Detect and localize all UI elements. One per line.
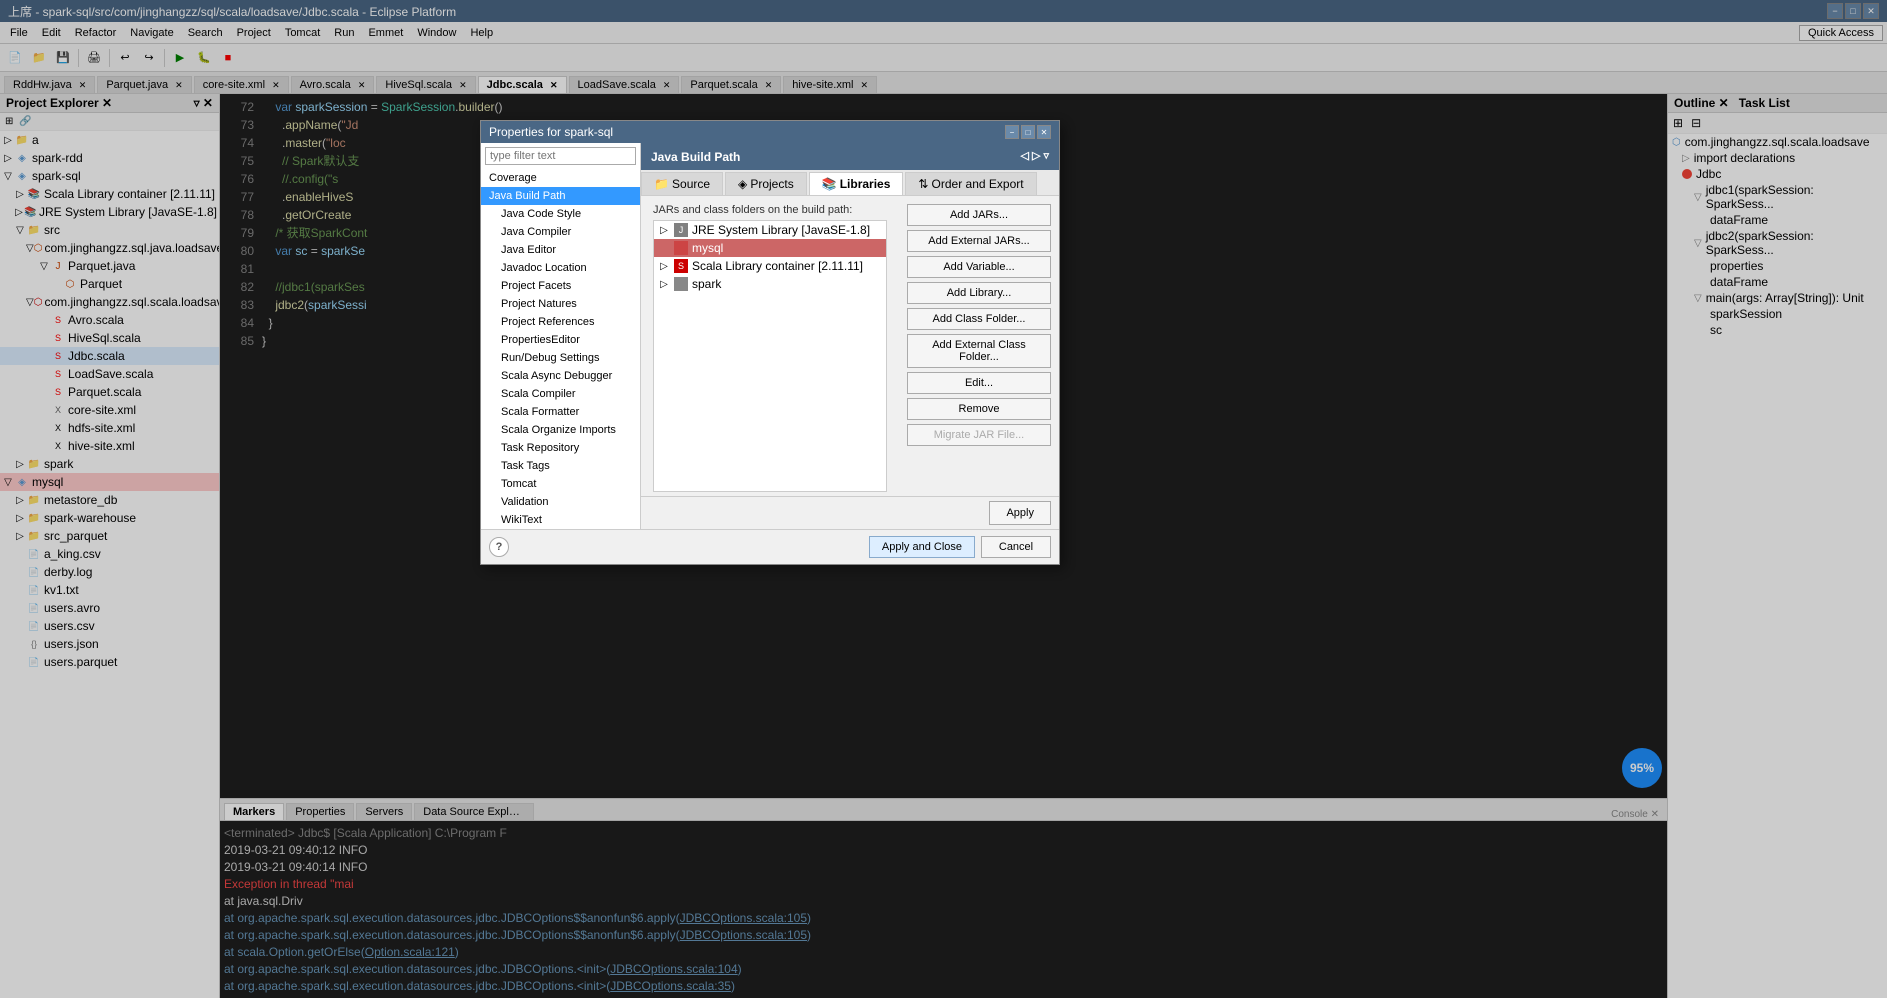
dialog-tab-order[interactable]: ⇅ Order and Export <box>905 172 1036 195</box>
dialog-footer: ? Apply and Close Cancel <box>481 529 1059 564</box>
build-path-tree: ▷ J JRE System Library [JavaSE-1.8] mysq… <box>653 220 887 492</box>
build-path-spark[interactable]: ▷ spark <box>654 275 886 293</box>
mysql-label: mysql <box>692 241 723 255</box>
dialog-nav-scala-compiler[interactable]: Scala Compiler <box>481 385 640 403</box>
jre-icon: J <box>674 223 688 237</box>
dialog-right-content: Java Build Path ◁ ▷ ▿ 📁 Source ◈ Project… <box>641 143 1059 529</box>
dialog-nav-java-editor[interactable]: Java Editor <box>481 241 640 259</box>
order-tab-label: Order and Export <box>932 177 1024 191</box>
dialog-nav-run-debug[interactable]: Run/Debug Settings <box>481 349 640 367</box>
dialog-body: Coverage Java Build Path Java Code Style… <box>481 143 1059 529</box>
dialog-nav-coverage[interactable]: Coverage <box>481 169 640 187</box>
dialog-nav-project-facets[interactable]: Project Facets <box>481 277 640 295</box>
build-path-description: JARs and class folders on the build path… <box>645 200 895 220</box>
dialog-left-nav: Coverage Java Build Path Java Code Style… <box>481 143 641 529</box>
dialog-nav-task-tags[interactable]: Task Tags <box>481 457 640 475</box>
dialog-title: Properties for spark-sql <box>489 125 613 139</box>
jre-expand-icon: ▷ <box>658 225 670 236</box>
apply-row: Apply <box>641 496 1059 529</box>
dialog-nav-validation[interactable]: Validation <box>481 493 640 511</box>
dialog-build-path-tabs: 📁 Source ◈ Projects 📚 Libraries ⇅ Order … <box>641 170 1059 196</box>
add-class-folder-btn[interactable]: Add Class Folder... <box>907 308 1051 330</box>
dialog-nav-javadoc[interactable]: Javadoc Location <box>481 259 640 277</box>
dialog-nav-task-repo[interactable]: Task Repository <box>481 439 640 457</box>
dialog-nav-java-code-style[interactable]: Java Code Style <box>481 205 640 223</box>
apply-btn[interactable]: Apply <box>989 501 1051 525</box>
dialog-section-title: Java Build Path <box>651 150 740 164</box>
scala-lib-expand-icon: ▷ <box>658 261 670 272</box>
dialog-overlay: Properties for spark-sql − □ ✕ Coverage … <box>0 0 1887 998</box>
dialog-tab-source[interactable]: 📁 Source <box>641 172 723 195</box>
cancel-btn[interactable]: Cancel <box>981 536 1051 558</box>
dialog-filter-input[interactable] <box>485 147 636 165</box>
dialog-maximize-btn[interactable]: □ <box>1021 125 1035 139</box>
projects-tab-icon: ◈ <box>738 177 747 191</box>
help-icon[interactable]: ? <box>489 537 509 557</box>
add-external-class-folder-btn[interactable]: Add External Class Folder... <box>907 334 1051 368</box>
scala-lib-label: Scala Library container [2.11.11] <box>692 259 863 273</box>
dialog-center-section: JARs and class folders on the build path… <box>641 196 1059 496</box>
remove-btn[interactable]: Remove <box>907 398 1051 420</box>
dialog-action-buttons: Add JARs... Add External JARs... Add Var… <box>899 196 1059 496</box>
dialog-nav-scala-async[interactable]: Scala Async Debugger <box>481 367 640 385</box>
properties-dialog: Properties for spark-sql − □ ✕ Coverage … <box>480 120 1060 565</box>
mysql-icon <box>674 241 688 255</box>
build-path-scala-lib[interactable]: ▷ S Scala Library container [2.11.11] <box>654 257 886 275</box>
source-tab-label: Source <box>672 177 710 191</box>
dialog-nav-properties-editor[interactable]: PropertiesEditor <box>481 331 640 349</box>
dialog-close-btn[interactable]: ✕ <box>1037 125 1051 139</box>
scala-lib-icon: S <box>674 259 688 273</box>
dialog-nav-project-references[interactable]: Project References <box>481 313 640 331</box>
libraries-tab-label: Libraries <box>840 177 891 191</box>
dialog-title-controls[interactable]: − □ ✕ <box>1005 125 1051 139</box>
dialog-nav-wikitext[interactable]: WikiText <box>481 511 640 529</box>
apply-close-btn[interactable]: Apply and Close <box>869 536 975 558</box>
dialog-filter-wrapper <box>481 143 640 169</box>
source-tab-icon: 📁 <box>654 177 669 191</box>
edit-btn[interactable]: Edit... <box>907 372 1051 394</box>
projects-tab-label: Projects <box>750 177 793 191</box>
dialog-minimize-btn[interactable]: − <box>1005 125 1019 139</box>
dialog-nav-project-natures[interactable]: Project Natures <box>481 295 640 313</box>
dialog-nav-tomcat[interactable]: Tomcat <box>481 475 640 493</box>
add-jars-btn[interactable]: Add JARs... <box>907 204 1051 226</box>
migrate-jar-btn[interactable]: Migrate JAR File... <box>907 424 1051 446</box>
dialog-right-header: Java Build Path ◁ ▷ ▿ <box>641 143 1059 170</box>
dialog-nav-arrows[interactable]: ◁ ▷ ▿ <box>1020 149 1049 162</box>
dialog-tab-projects[interactable]: ◈ Projects <box>725 172 807 195</box>
spark-expand-icon: ▷ <box>658 279 670 290</box>
dialog-nav-scala-organize[interactable]: Scala Organize Imports <box>481 421 640 439</box>
dialog-nav-scala-formatter[interactable]: Scala Formatter <box>481 403 640 421</box>
build-path-content: JARs and class folders on the build path… <box>641 196 899 496</box>
dialog-tab-libraries[interactable]: 📚 Libraries <box>809 172 904 195</box>
jre-label: JRE System Library [JavaSE-1.8] <box>692 223 870 237</box>
dialog-nav-java-compiler[interactable]: Java Compiler <box>481 223 640 241</box>
dialog-nav-java-build-path[interactable]: Java Build Path <box>481 187 640 205</box>
dialog-title-bar: Properties for spark-sql − □ ✕ <box>481 121 1059 143</box>
add-external-jars-btn[interactable]: Add External JARs... <box>907 230 1051 252</box>
add-library-btn[interactable]: Add Library... <box>907 282 1051 304</box>
build-path-jre[interactable]: ▷ J JRE System Library [JavaSE-1.8] <box>654 221 886 239</box>
spark-label: spark <box>692 277 721 291</box>
spark-icon <box>674 277 688 291</box>
libraries-tab-icon: 📚 <box>822 177 837 191</box>
build-path-mysql[interactable]: mysql <box>654 239 886 257</box>
add-variable-btn[interactable]: Add Variable... <box>907 256 1051 278</box>
order-tab-icon: ⇅ <box>918 177 928 191</box>
